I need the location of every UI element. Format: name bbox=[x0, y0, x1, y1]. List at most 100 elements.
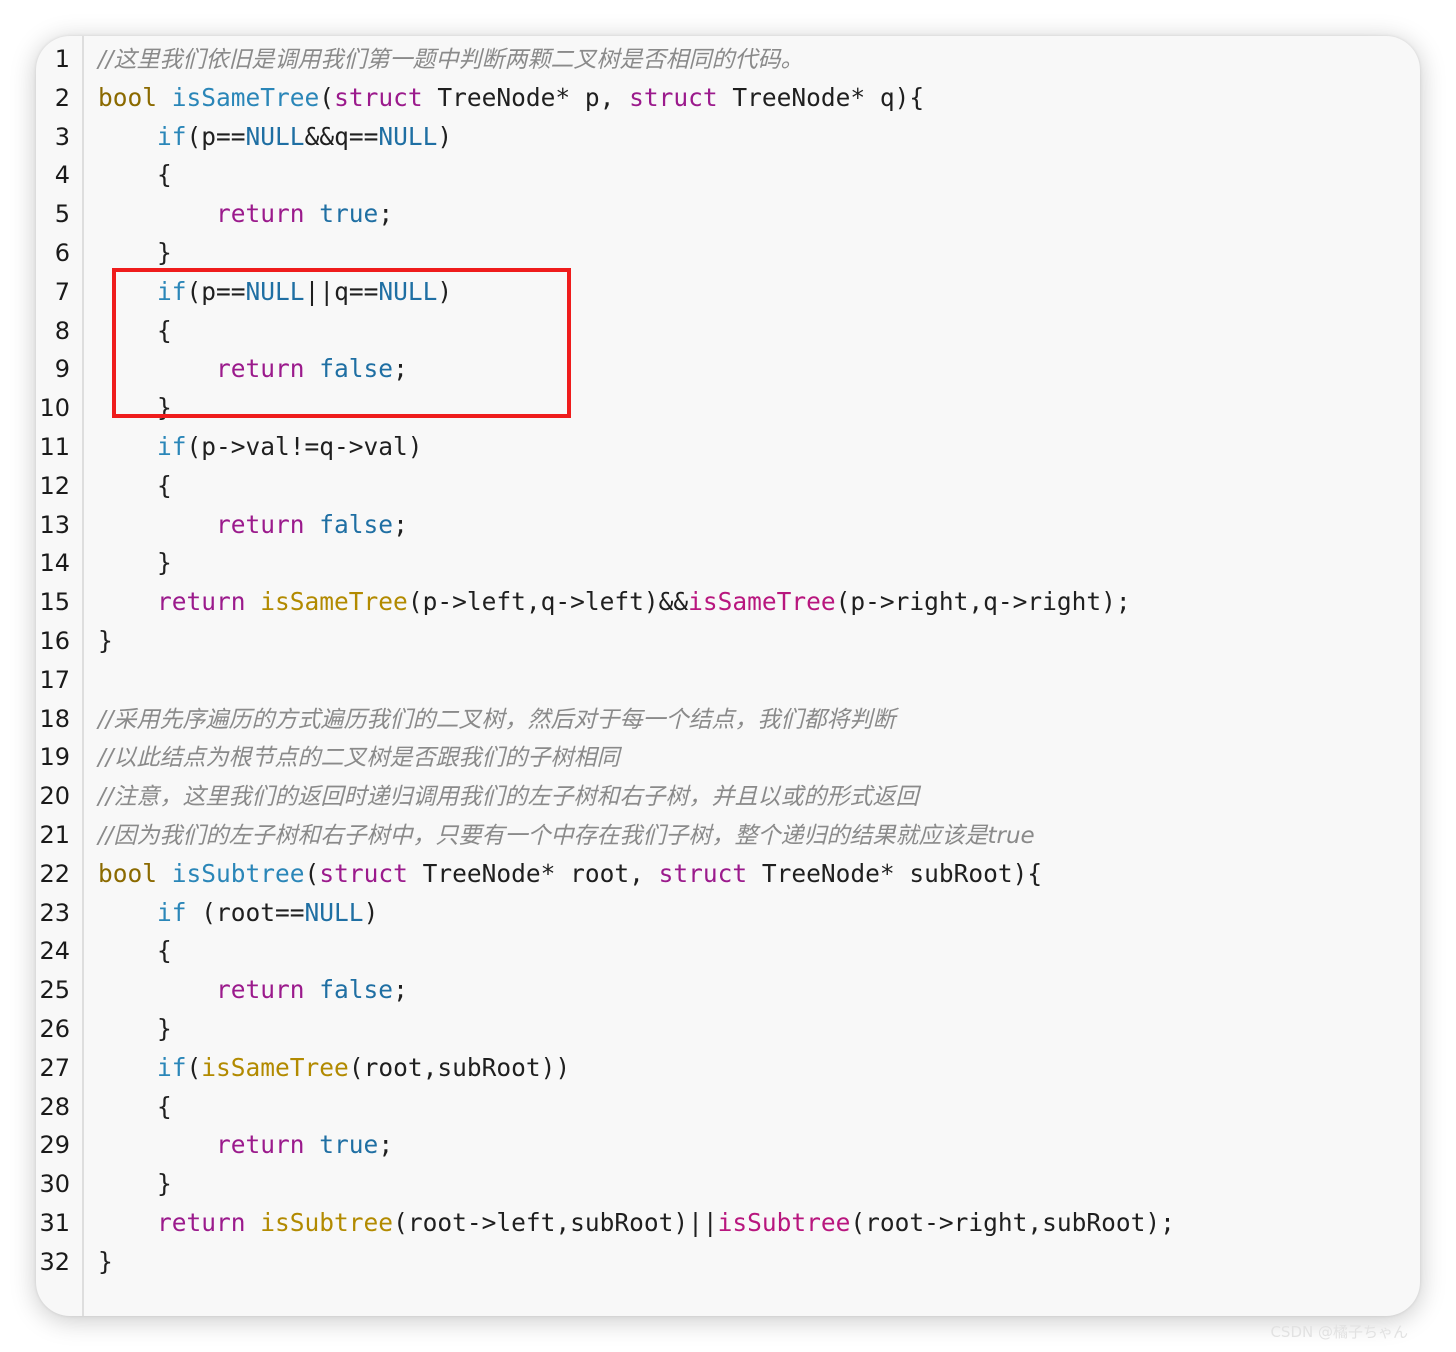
code-token: (root->left,subRoot)|| bbox=[393, 1207, 718, 1237]
line-number: 25 bbox=[39, 976, 70, 1005]
code-token: } bbox=[98, 237, 172, 267]
code-token: //采用先序遍历的方式遍历我们的二叉树，然后对于每一个结点，我们都将判断 bbox=[98, 706, 896, 733]
code-line: 11 if(p->val!=q->val) bbox=[36, 428, 1420, 467]
line-number: 24 bbox=[39, 937, 70, 966]
code-text: //这里我们依旧是调用我们第一题中判断两颗二叉树是否相同的代码。 bbox=[98, 40, 804, 80]
code-line: 31 return isSubtree(root->left,subRoot)|… bbox=[36, 1204, 1420, 1243]
line-number: 23 bbox=[39, 898, 70, 927]
code-text: if(p->val!=q->val) bbox=[98, 428, 423, 467]
code-token: (p== bbox=[186, 121, 246, 151]
code-text: bool isSubtree(struct TreeNode* root, st… bbox=[98, 855, 1042, 894]
code-token: (root== bbox=[186, 897, 305, 927]
code-token: return bbox=[216, 509, 305, 539]
code-text: { bbox=[98, 1088, 172, 1127]
code-token: struct bbox=[334, 82, 423, 112]
code-line: 22 bool isSubtree(struct TreeNode* root, … bbox=[36, 855, 1420, 894]
code-text: { bbox=[98, 467, 172, 506]
code-token: ( bbox=[304, 858, 320, 888]
code-text: bool isSameTree(struct TreeNode* p, stru… bbox=[98, 79, 924, 118]
code-token: //注意，这里我们的返回时递归调用我们的左子树和右子树，并且以或的形式返回 bbox=[98, 784, 919, 811]
code-line: 25 return false; bbox=[36, 971, 1420, 1010]
code-token: if bbox=[157, 897, 187, 927]
code-token: { bbox=[98, 936, 172, 966]
code-token: (p->right,q->right); bbox=[835, 587, 1131, 617]
code-text: return isSubtree(root->left,subRoot)||is… bbox=[98, 1204, 1175, 1243]
line-number: 5 bbox=[54, 200, 70, 229]
code-text: //以此结点为根节点的二叉树是否跟我们的子树相同 bbox=[98, 738, 620, 778]
code-token: if bbox=[157, 431, 187, 461]
code-token: { bbox=[98, 160, 172, 190]
code-line: 30 } bbox=[36, 1165, 1420, 1204]
code-token: struct bbox=[658, 858, 748, 888]
code-line: 4 { bbox=[36, 156, 1420, 195]
code-token: (root->right,subRoot); bbox=[850, 1207, 1175, 1237]
line-number: 31 bbox=[39, 1208, 70, 1237]
code-token: return bbox=[157, 587, 246, 617]
code-line: 18 //采用先序遍历的方式遍历我们的二叉树，然后对于每一个结点，我们都将判断 bbox=[36, 700, 1420, 739]
code-line: 15 return isSameTree(p->left,q->left)&&i… bbox=[36, 583, 1420, 622]
code-token: TreeNode* subRoot){ bbox=[747, 858, 1043, 888]
code-text: } bbox=[98, 1243, 113, 1282]
line-number: 22 bbox=[39, 859, 70, 888]
line-number: 30 bbox=[39, 1170, 70, 1199]
code-text: if(isSameTree(root,subRoot)) bbox=[98, 1049, 570, 1088]
code-token: ; bbox=[378, 199, 394, 229]
line-number: 29 bbox=[39, 1131, 70, 1160]
code-line: 12 { bbox=[36, 467, 1420, 506]
line-number: 27 bbox=[39, 1053, 70, 1082]
line-number: 14 bbox=[39, 549, 70, 578]
line-number: 26 bbox=[39, 1014, 70, 1043]
code-token: return bbox=[216, 975, 305, 1005]
code-token: TreeNode* q){ bbox=[717, 82, 925, 112]
code-text: return true; bbox=[98, 195, 393, 234]
code-token: } bbox=[98, 1169, 172, 1199]
code-line: 3 if(p==NULL&&q==NULL) bbox=[36, 118, 1420, 157]
code-token: bool bbox=[98, 82, 158, 112]
code-token: if bbox=[157, 121, 187, 151]
code-token: false bbox=[319, 509, 394, 539]
code-line: 24 { bbox=[36, 932, 1420, 971]
code-token: true bbox=[319, 1130, 379, 1160]
code-token: //以此结点为根节点的二叉树是否跟我们的子树相同 bbox=[98, 745, 620, 772]
code-token: ( bbox=[319, 82, 335, 112]
code-token: &&q== bbox=[304, 121, 379, 151]
code-line: 20 //注意，这里我们的返回时递归调用我们的左子树和右子树，并且以或的形式返回 bbox=[36, 777, 1420, 816]
code-token: return bbox=[216, 199, 305, 229]
line-number: 10 bbox=[39, 394, 70, 423]
code-token: NULL bbox=[378, 121, 438, 151]
code-text: } bbox=[98, 1010, 172, 1049]
code-token: { bbox=[98, 470, 172, 500]
code-line: 5 return true; bbox=[36, 195, 1420, 234]
code-token: //因为我们的左子树和右子树中，只要有一个中存在我们子树，整个递归的结果就应该是… bbox=[98, 822, 1035, 849]
code-token: return bbox=[216, 1130, 305, 1160]
code-token: TreeNode* root, bbox=[407, 858, 659, 888]
code-token: TreeNode* p, bbox=[422, 82, 630, 112]
code-token: bool bbox=[98, 858, 158, 888]
code-line: 32} bbox=[36, 1243, 1420, 1282]
line-number: 17 bbox=[39, 665, 70, 694]
code-line: 26 } bbox=[36, 1010, 1420, 1049]
line-number: 4 bbox=[54, 161, 70, 190]
code-line: 13 return false; bbox=[36, 506, 1420, 545]
code-line: 1 //这里我们依旧是调用我们第一题中判断两颗二叉树是否相同的代码。 bbox=[36, 40, 1420, 79]
code-block: 1 //这里我们依旧是调用我们第一题中判断两颗二叉树是否相同的代码。 2 bool i… bbox=[36, 36, 1420, 1316]
code-token: struct bbox=[629, 82, 718, 112]
line-number: 28 bbox=[39, 1092, 70, 1121]
code-text: } bbox=[98, 622, 113, 661]
code-token: NULL bbox=[245, 121, 305, 151]
code-text: //因为我们的左子树和右子树中，只要有一个中存在我们子树，整个递归的结果就应该是… bbox=[98, 816, 1035, 856]
code-text: return true; bbox=[98, 1126, 393, 1165]
code-line: 6 } bbox=[36, 234, 1420, 273]
highlight-box bbox=[112, 268, 571, 418]
watermark: CSDN @橘子ちゃん bbox=[1270, 1323, 1408, 1341]
line-number: 9 bbox=[54, 355, 70, 384]
line-number: 6 bbox=[54, 238, 70, 267]
